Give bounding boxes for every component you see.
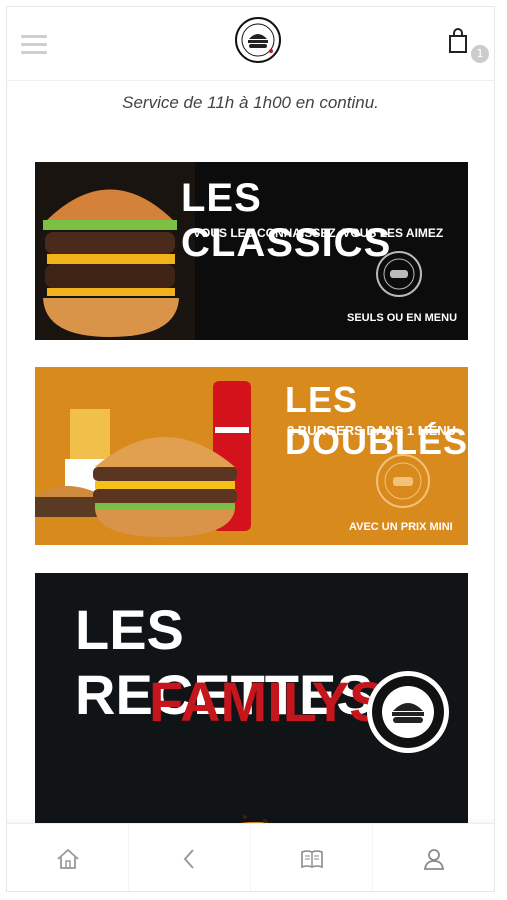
bottom-navigation <box>7 823 494 891</box>
classic-burger-image <box>35 162 195 340</box>
nav-account[interactable] <box>373 824 494 891</box>
double-burger-image <box>35 381 251 537</box>
familys-burger-badge <box>367 671 449 753</box>
banner-note: AVEC UN PRIX MINI <box>349 521 453 533</box>
banner-note: SEULS OU EN MENU <box>347 312 458 324</box>
banner-title-accent: FAMILYS <box>149 670 387 733</box>
banner-title: LES CLASSICS <box>181 176 392 265</box>
menu-book-icon <box>300 849 323 868</box>
shopping-bag-icon <box>449 28 467 53</box>
nav-menu[interactable] <box>251 824 373 891</box>
banner-recettes-familys[interactable]: LES RECETTES FAMILYS <box>35 573 468 833</box>
home-icon <box>56 848 79 869</box>
nav-home[interactable] <box>7 824 129 891</box>
nav-back[interactable] <box>129 824 251 891</box>
familys-burger-logo[interactable] <box>235 17 281 63</box>
top-header: 1 <box>7 7 494 81</box>
cart-count-badge: 1 <box>471 45 489 63</box>
banner-classics[interactable]: LES CLASSICS VOUS LES CONNAISSEZ, VOUS L… <box>35 162 468 340</box>
banner-subtitle: VOUS LES CONNAISSEZ, VOUS LES AIMEZ <box>193 226 444 240</box>
familys-burger-badge <box>376 454 430 508</box>
shopping-bag-button[interactable]: 1 <box>447 27 489 67</box>
familys-burger-badge <box>376 251 422 297</box>
user-icon <box>423 848 444 870</box>
back-icon <box>183 848 194 869</box>
service-hours-text: Service de 11h à 1h00 en continu. <box>122 93 379 112</box>
banner-subtitle: 2 BURGERS DANS 1 MENU <box>287 423 457 438</box>
app-frame: 1 Service de 11h à 1h00 en continu. LES … <box>6 6 495 892</box>
banner-title: LES DOUBLÉS <box>285 379 468 462</box>
banner-doubles[interactable]: LES DOUBLÉS 2 BURGERS DANS 1 MENU AVEC U… <box>35 367 468 545</box>
hamburger-menu-icon[interactable] <box>21 35 47 55</box>
